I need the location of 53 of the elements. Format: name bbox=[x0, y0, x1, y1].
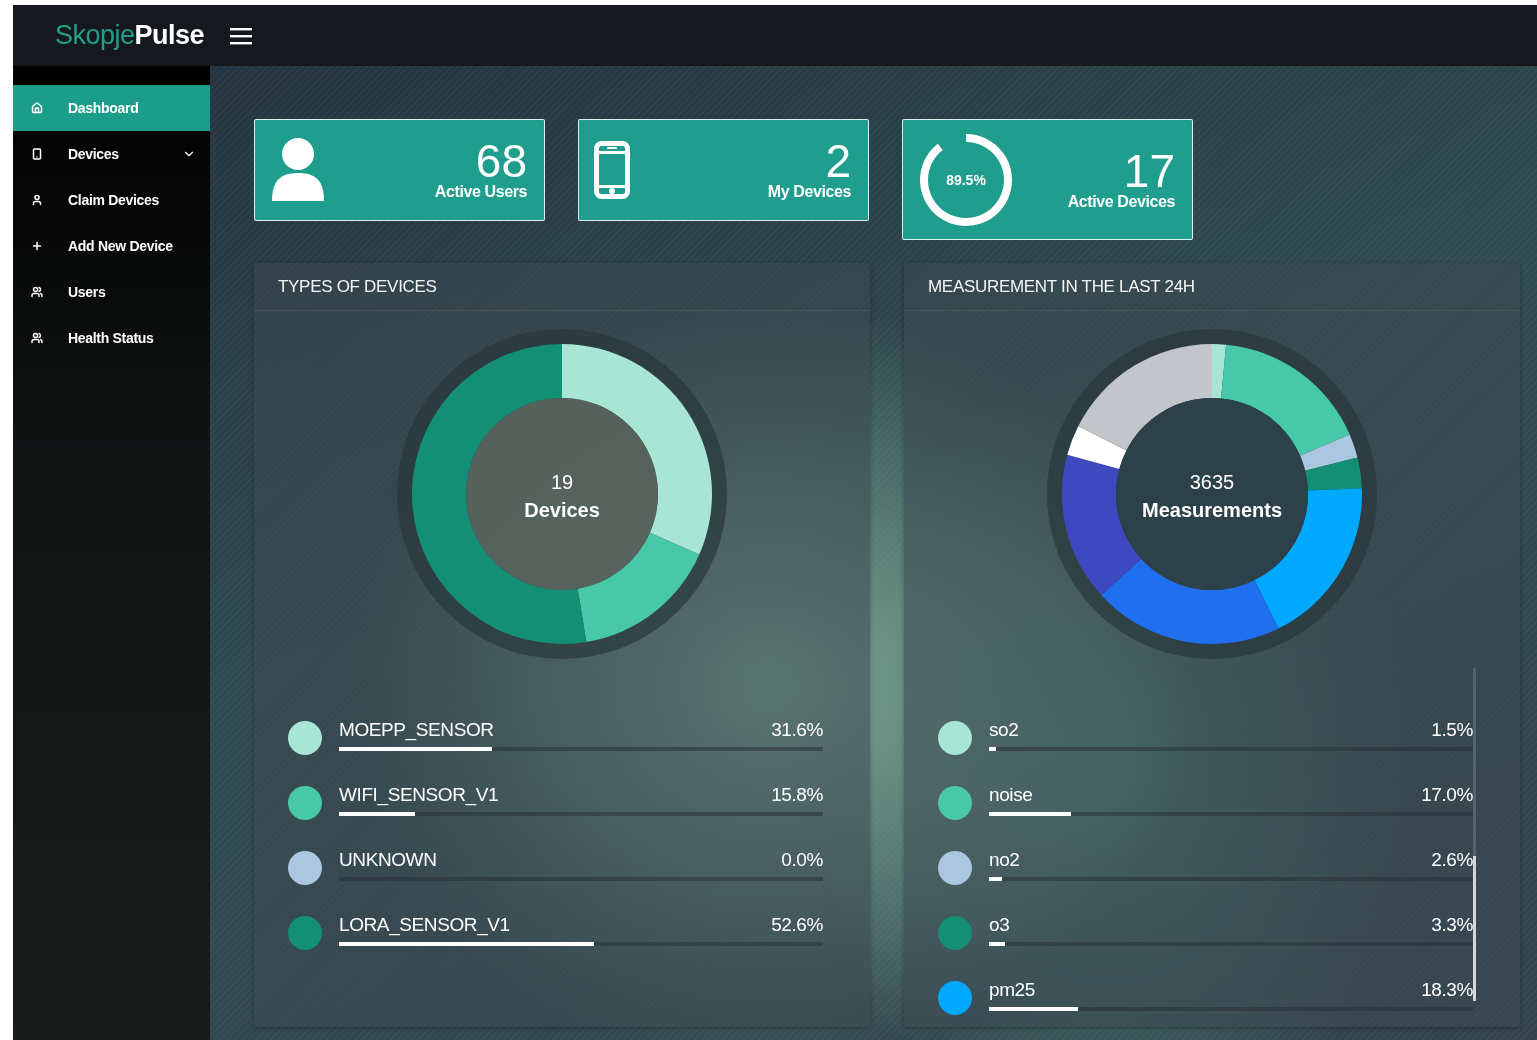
panel-title: MEASUREMENT IN THE LAST 24H bbox=[928, 276, 1195, 297]
legend-percent: 1.5% bbox=[1431, 718, 1473, 741]
sidebar-label: Dashboard bbox=[68, 100, 140, 116]
legend-percent: 0.0% bbox=[781, 848, 823, 871]
stat-label: My Devices bbox=[767, 183, 851, 201]
legend-name: o3 bbox=[989, 913, 1010, 936]
plus-icon bbox=[31, 240, 43, 252]
sidebar-label: Add New Device bbox=[68, 238, 174, 254]
sidebar-label: Health Status bbox=[68, 330, 155, 346]
legend-name: WIFI_SENSOR_V1 bbox=[339, 783, 499, 806]
gauge-reading: 89.5% bbox=[946, 171, 986, 188]
sidebar-item[interactable]: Users bbox=[13, 269, 210, 315]
stat-value: 2 bbox=[825, 139, 851, 183]
users-icon bbox=[31, 332, 43, 344]
legend-name: UNKNOWN bbox=[339, 848, 437, 871]
sidebar-item[interactable]: Add New Device bbox=[13, 223, 210, 269]
stat-label: Active Users bbox=[434, 183, 527, 201]
users-icon bbox=[31, 286, 43, 298]
sidebar-item[interactable]: Devices bbox=[13, 131, 210, 177]
legend-percent: 17.0% bbox=[1421, 783, 1473, 806]
sidebar-item[interactable]: Claim Devices bbox=[13, 177, 210, 223]
legend-percent: 52.6% bbox=[771, 913, 823, 936]
legend-percent: 2.6% bbox=[1431, 848, 1473, 871]
phone-icon bbox=[31, 148, 43, 160]
user-icon bbox=[270, 137, 326, 203]
legend-name: so2 bbox=[989, 718, 1019, 741]
legend-percent: 18.3% bbox=[1421, 978, 1473, 1001]
legend-name: no2 bbox=[989, 848, 1020, 871]
stat-label: Active Devices bbox=[1067, 192, 1175, 211]
legend-percent: 3.3% bbox=[1431, 913, 1473, 936]
legend-name: LORA_SENSOR_V1 bbox=[339, 913, 510, 936]
app-logo[interactable]: SkopjePulse bbox=[55, 20, 205, 51]
donut-total: 19 bbox=[550, 471, 574, 493]
sidebar-label: Devices bbox=[68, 146, 120, 162]
legend-percent: 31.6% bbox=[771, 718, 823, 741]
legend-name: MOEPP_SENSOR bbox=[339, 718, 494, 741]
person-icon bbox=[31, 194, 43, 206]
donut-label: Measurements bbox=[1141, 499, 1283, 521]
donut-label: Devices bbox=[524, 499, 600, 521]
sidebar-item[interactable]: Health Status bbox=[13, 315, 210, 361]
legend-name: noise bbox=[989, 783, 1033, 806]
legend-percent: 15.8% bbox=[771, 783, 823, 806]
sidebar-label: Users bbox=[68, 284, 107, 300]
stat-value: 17 bbox=[1123, 148, 1175, 193]
panel-title: TYPES OF DEVICES bbox=[278, 276, 437, 297]
scrollbar[interactable] bbox=[1473, 668, 1476, 1001]
sidebar-label: Claim Devices bbox=[68, 192, 161, 208]
phone-icon bbox=[594, 141, 630, 199]
donut-total: 3635 bbox=[1189, 471, 1235, 493]
stat-value: 68 bbox=[475, 139, 527, 183]
menu-icon[interactable] bbox=[230, 26, 253, 45]
legend-name: pm25 bbox=[989, 978, 1035, 1001]
home-icon bbox=[31, 102, 43, 114]
